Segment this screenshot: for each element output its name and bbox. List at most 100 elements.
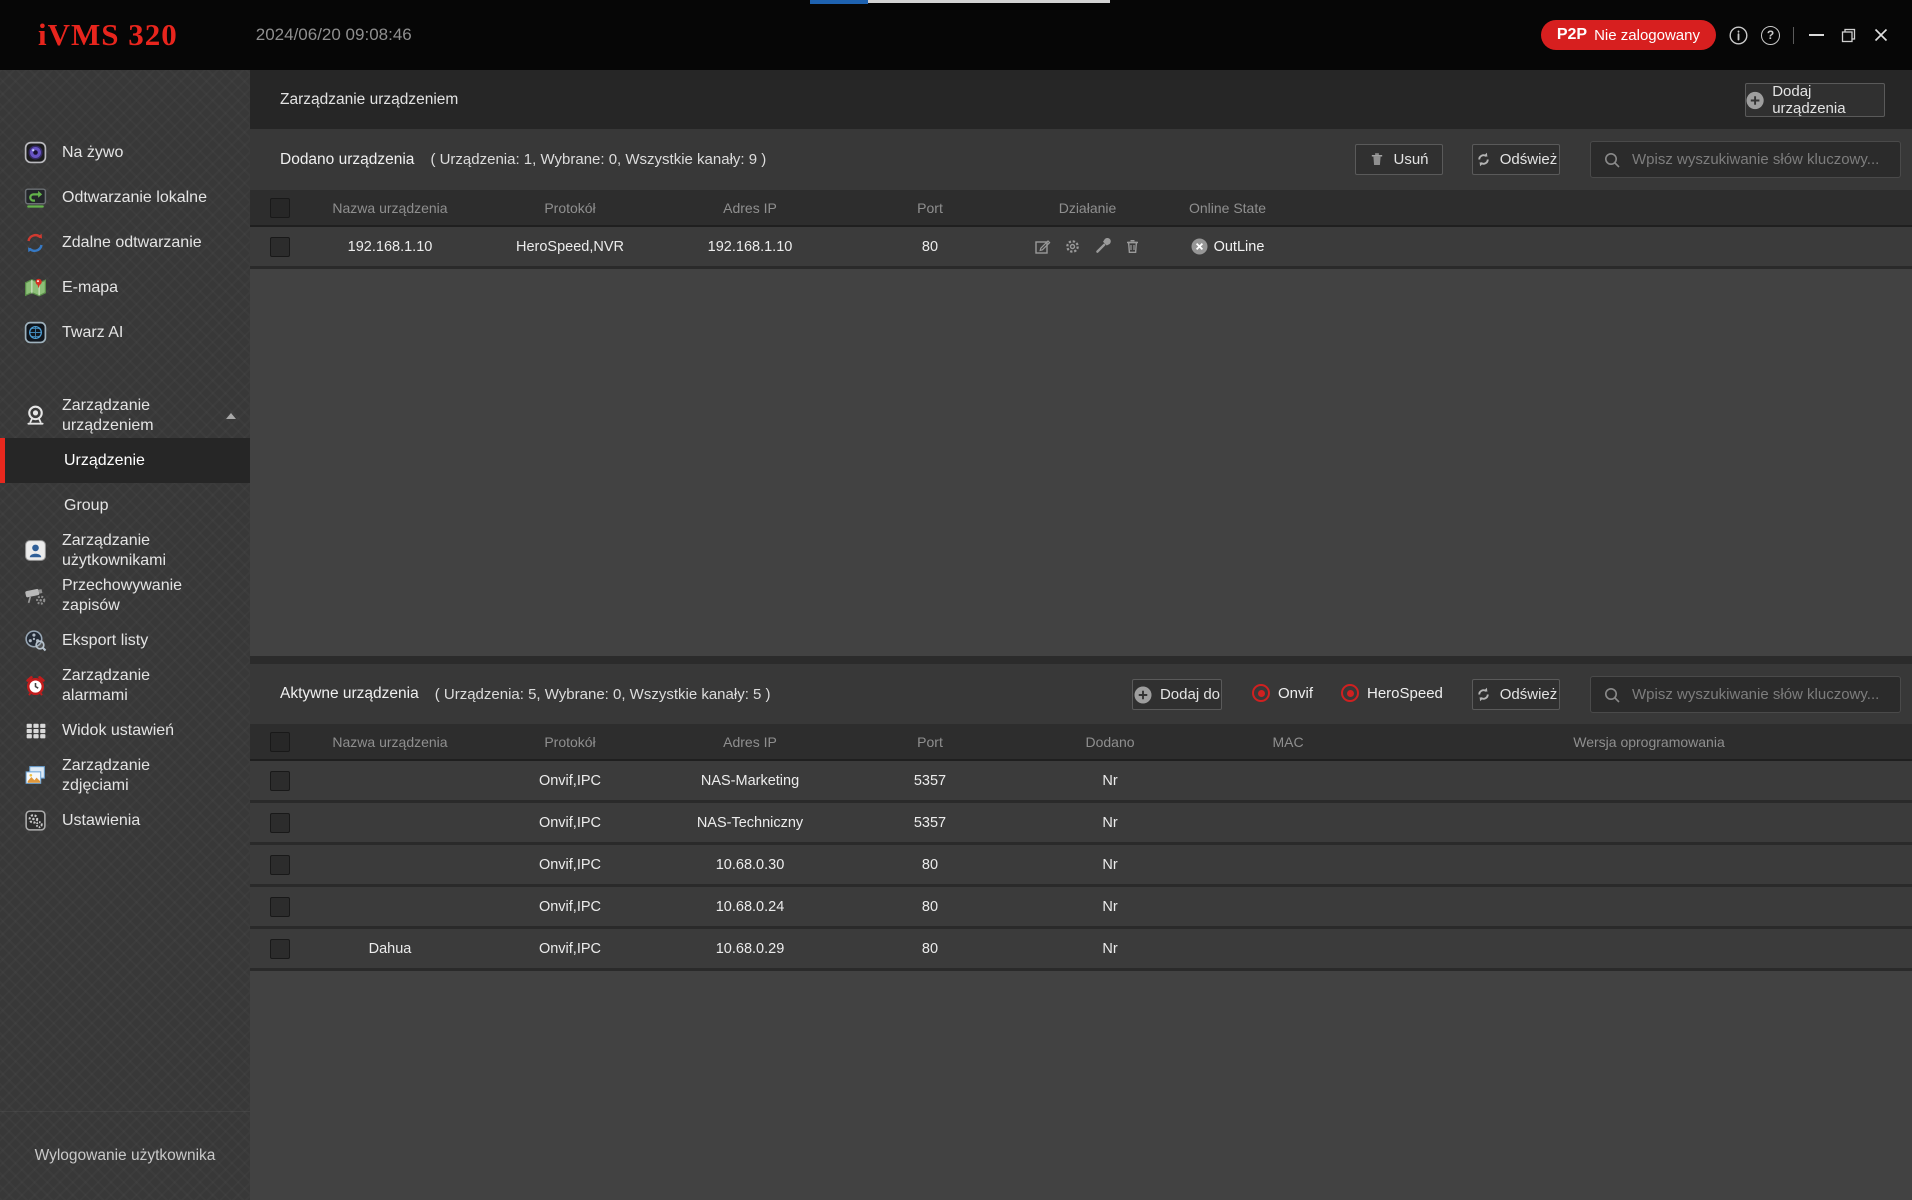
column-header: Adres IP (670, 724, 830, 759)
radio-icon (1252, 684, 1270, 702)
add-device-button[interactable]: Dodaj urządzenia (1745, 83, 1885, 117)
column-header: Protokół (470, 190, 670, 225)
added-section-summary: ( Urządzenia: 1, Wybrane: 0, Wszystkie k… (430, 151, 766, 168)
device-firmware-cell (1386, 887, 1912, 926)
device-firmware-cell (1386, 803, 1912, 842)
sidebar-item-record-storage[interactable]: Przechowywanie zapisów (0, 573, 250, 618)
device-ip-cell: 10.68.0.24 (670, 887, 830, 926)
device-config-wrench-icon[interactable] (1094, 238, 1111, 255)
device-actions-cell (1030, 227, 1145, 266)
refresh-button-active[interactable]: Odśwież (1472, 679, 1560, 710)
device-mac-cell (1190, 803, 1386, 842)
device-mac-cell (1190, 761, 1386, 800)
sidebar-item-settings[interactable]: Ustawienia (0, 798, 250, 843)
active-devices-toolbar: Aktywne urządzenia ( Urządzenia: 5, Wybr… (250, 664, 1912, 724)
column-header: Protokół (470, 724, 670, 759)
gear-box-icon (18, 804, 52, 838)
search-icon (1603, 686, 1621, 704)
plus-circle-icon (1746, 91, 1764, 110)
device-name-cell (310, 761, 470, 800)
device-port-cell: 80 (830, 845, 1030, 884)
sidebar: Na żywo Odtwarzanie lokalne Zdalne odtwa… (0, 70, 250, 1200)
sidebar-item-alarm-management[interactable]: Zarządzanie alarmami (0, 663, 250, 708)
section-divider (250, 656, 1912, 664)
refresh-button-added[interactable]: Odśwież (1472, 144, 1560, 175)
herospeed-radio[interactable]: HeroSpeed (1341, 684, 1443, 702)
edit-device-icon[interactable] (1034, 238, 1051, 255)
column-header: Wersja oprogramowania (1386, 724, 1912, 759)
device-ip-cell: NAS-Marketing (670, 761, 830, 800)
device-mac-cell (1190, 887, 1386, 926)
active-search-input[interactable] (1630, 685, 1900, 704)
column-header: Nazwa urządzenia (310, 724, 470, 759)
emap-icon (18, 271, 52, 305)
chevron-up-icon[interactable] (226, 413, 236, 419)
page-title: Zarządzanie urządzeniem (280, 70, 458, 129)
sidebar-item-label: Widok ustawień (62, 721, 220, 741)
local-playback-icon (18, 181, 52, 215)
delete-device-icon[interactable] (1124, 238, 1141, 255)
sidebar-item-device[interactable]: Urządzenie (0, 438, 250, 483)
film-reel-search-icon (18, 624, 52, 658)
active-device-row[interactable]: Dahua Onvif,IPC 10.68.0.29 80 Nr (250, 929, 1912, 971)
row-checkbox[interactable] (270, 897, 290, 917)
sidebar-item-live-view[interactable]: Na żywo (0, 130, 250, 175)
logout-button[interactable]: Wylogowanie użytkownika (0, 1111, 250, 1200)
device-added-cell: Nr (1030, 845, 1190, 884)
p2p-status-badge[interactable]: P2P Nie zalogowany (1541, 20, 1716, 50)
sidebar-item-remote-playback[interactable]: Zdalne odtwarzanie (0, 220, 250, 265)
restore-button[interactable] (1839, 26, 1858, 45)
active-device-row[interactable]: Onvif,IPC 10.68.0.30 80 Nr (250, 845, 1912, 887)
sidebar-item-face-ai[interactable]: Twarz AI (0, 310, 250, 355)
row-checkbox[interactable] (270, 237, 290, 257)
sidebar-item-user-management[interactable]: Zarządzanie użytkownikami (0, 528, 250, 573)
active-device-row[interactable]: Onvif,IPC NAS-Techniczny 5357 Nr (250, 803, 1912, 845)
row-checkbox[interactable] (270, 813, 290, 833)
users-icon (18, 534, 52, 568)
close-button[interactable] (1871, 26, 1890, 45)
sidebar-item-label: Group (64, 496, 222, 516)
sidebar-spacer (0, 355, 250, 393)
onvif-radio[interactable]: Onvif (1252, 684, 1313, 702)
titlebar-divider (1793, 27, 1794, 44)
added-section-title: Dodano urządzenia (280, 151, 414, 169)
device-settings-icon[interactable] (1064, 238, 1081, 255)
sidebar-item-local-playback[interactable]: Odtwarzanie lokalne (0, 175, 250, 220)
sidebar-item-device-management[interactable]: Zarządzanie urządzeniem (0, 393, 250, 438)
help-glyph: ? (1767, 28, 1774, 42)
device-protocol-cell: Onvif,IPC (470, 929, 670, 968)
minimize-button[interactable] (1807, 26, 1826, 45)
info-icon[interactable] (1729, 26, 1748, 45)
active-device-row[interactable]: Onvif,IPC 10.68.0.24 80 Nr (250, 887, 1912, 929)
sidebar-item-settings-view[interactable]: Widok ustawień (0, 708, 250, 753)
column-header: Port (830, 190, 1030, 225)
select-all-checkbox[interactable] (270, 732, 290, 752)
sidebar-item-group[interactable]: Group (0, 483, 250, 528)
delete-button[interactable]: Usuń (1355, 144, 1443, 175)
row-checkbox[interactable] (270, 771, 290, 791)
device-added-cell: Nr (1030, 803, 1190, 842)
plus-circle-icon (1134, 686, 1152, 704)
radio-icon (1341, 684, 1359, 702)
added-devices-toolbar: Dodano urządzenia ( Urządzenia: 1, Wybra… (250, 129, 1912, 190)
sidebar-item-emap[interactable]: E-mapa (0, 265, 250, 310)
add-to-label: Dodaj do (1160, 686, 1220, 703)
row-checkbox[interactable] (270, 939, 290, 959)
app-logo: iVMS 320 (38, 17, 178, 53)
row-checkbox[interactable] (270, 855, 290, 875)
help-icon[interactable]: ? (1761, 26, 1780, 45)
added-table-header: Nazwa urządzenia Protokół Adres IP Port … (250, 190, 1912, 227)
device-port-cell: 5357 (830, 761, 1030, 800)
device-ip-cell: NAS-Techniczny (670, 803, 830, 842)
select-all-checkbox[interactable] (270, 198, 290, 218)
device-port-cell: 80 (830, 929, 1030, 968)
active-device-row[interactable]: Onvif,IPC NAS-Marketing 5357 Nr (250, 761, 1912, 803)
add-to-button[interactable]: Dodaj do (1132, 679, 1222, 710)
sidebar-item-label: Zdalne odtwarzanie (62, 233, 220, 253)
device-mac-cell (1190, 929, 1386, 968)
sidebar-item-label: Zarządzanie użytkownikami (62, 531, 220, 571)
sidebar-item-picture-management[interactable]: Zarządzanie zdjęciami (0, 753, 250, 798)
device-row[interactable]: 192.168.1.10 HeroSpeed,NVR 192.168.1.10 … (250, 227, 1912, 269)
added-search-input[interactable] (1630, 150, 1900, 169)
sidebar-item-export-list[interactable]: Eksport listy (0, 618, 250, 663)
